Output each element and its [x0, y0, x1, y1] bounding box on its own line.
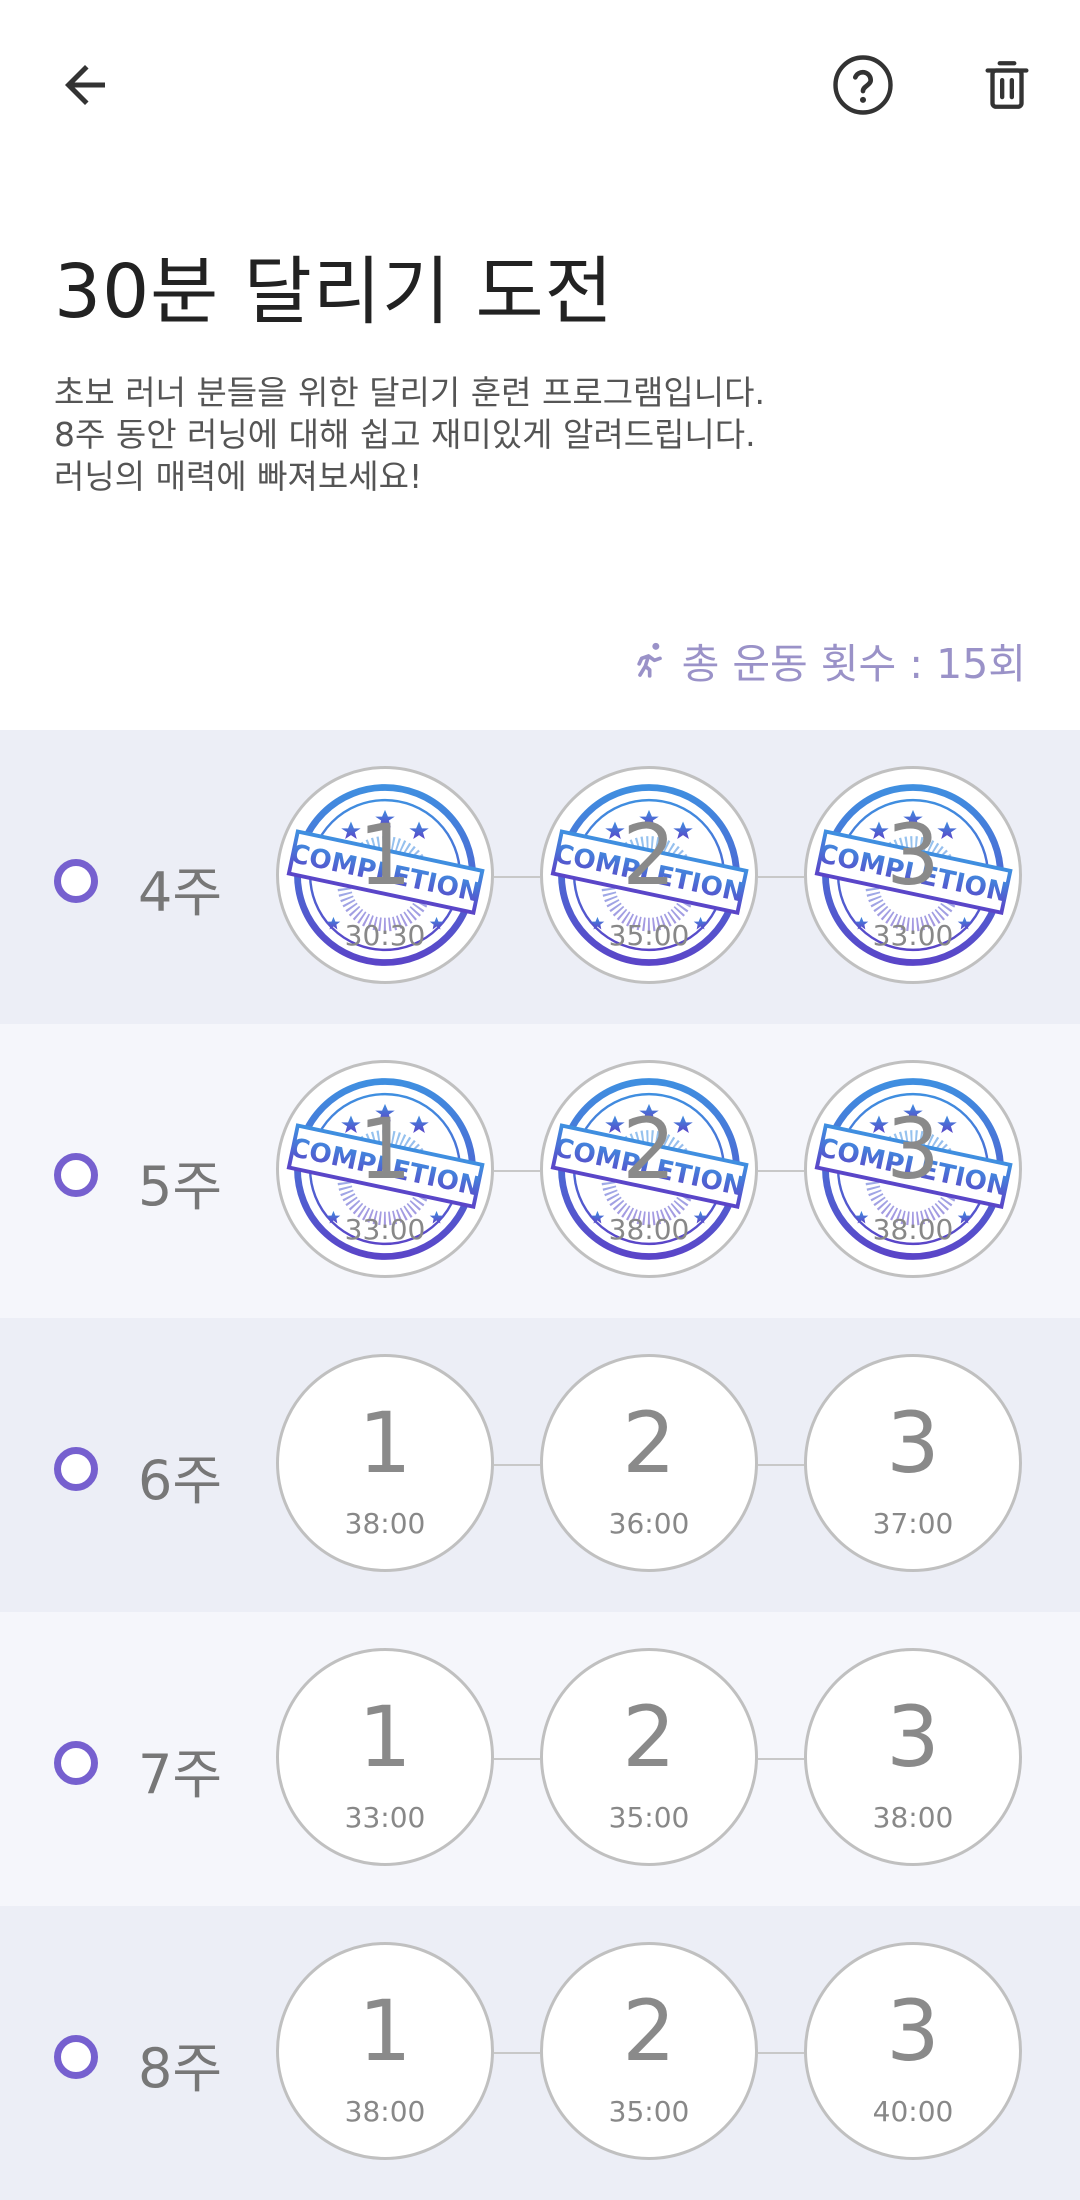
session-button[interactable]: 2 36:00	[540, 1354, 758, 1572]
session-time: 35:00	[608, 2095, 690, 2128]
session-button[interactable]: 1 33:00	[276, 1648, 494, 1866]
session-number: 3	[886, 1688, 940, 1786]
back-button[interactable]	[40, 40, 130, 130]
session-number: 1	[358, 1688, 412, 1786]
session-number: 3	[886, 1100, 940, 1198]
week-row: 8주 1 38:00 2 35:00 3 40:00	[0, 1906, 1080, 2200]
session-time: 36:00	[608, 1507, 690, 1540]
week-row: 4주 COMPLETION 1 30:30 COMPLETION 2 35:00…	[0, 730, 1080, 1024]
session-time: 38:00	[872, 1213, 954, 1246]
timeline-dot	[54, 1153, 98, 1197]
session-connector	[494, 2052, 540, 2054]
question-circle-icon	[833, 55, 893, 115]
session-time: 38:00	[344, 2095, 426, 2128]
session-connector	[758, 1170, 804, 1172]
session-button[interactable]: 3 38:00	[804, 1648, 1022, 1866]
session-number: 3	[886, 1982, 940, 2080]
session-connector	[494, 1464, 540, 1466]
session-number: 2	[622, 806, 676, 904]
session-button[interactable]: 2 35:00	[540, 1942, 758, 2160]
week-label: 7주	[138, 1743, 223, 1806]
arrow-left-icon	[65, 65, 105, 105]
help-button[interactable]	[818, 40, 908, 130]
page-title: 30분 달리기 도전	[54, 249, 614, 335]
session-number: 2	[622, 1100, 676, 1198]
program-description: 초보 러너 분들을 위한 달리기 훈련 프로그램입니다. 8주 동안 러닝에 대…	[54, 372, 954, 498]
description-line: 초보 러너 분들을 위한 달리기 훈련 프로그램입니다.	[54, 373, 765, 412]
session-number: 2	[622, 1394, 676, 1492]
session-number: 1	[358, 806, 412, 904]
session-time: 37:00	[872, 1507, 954, 1540]
session-time: 35:00	[608, 919, 690, 952]
session-number: 1	[358, 1982, 412, 2080]
timeline-dot	[54, 859, 98, 903]
week-row: 7주 1 33:00 2 35:00 3 38:00	[0, 1612, 1080, 1906]
session-number: 3	[886, 1394, 940, 1492]
session-connector	[758, 1758, 804, 1760]
timeline-dot	[54, 1447, 98, 1491]
session-connector	[758, 2052, 804, 2054]
session-connector	[494, 1758, 540, 1760]
week-label: 8주	[138, 2037, 223, 2100]
week-label: 6주	[138, 1449, 223, 1512]
session-button[interactable]: COMPLETION 1 30:30	[276, 766, 494, 984]
session-time: 30:30	[344, 919, 426, 952]
total-workouts: 총 운동 횟수 : 15회	[630, 630, 1026, 690]
delete-button[interactable]	[962, 40, 1052, 130]
session-connector	[758, 1464, 804, 1466]
session-time: 33:00	[872, 919, 954, 952]
total-workouts-label: 총 운동 횟수 : 15회	[681, 640, 1026, 688]
top-app-bar	[0, 0, 1080, 170]
running-icon	[636, 642, 662, 678]
session-button[interactable]: COMPLETION 3 38:00	[804, 1060, 1022, 1278]
session-number: 2	[622, 1688, 676, 1786]
session-button[interactable]: 1 38:00	[276, 1354, 494, 1572]
session-number: 1	[358, 1100, 412, 1198]
session-button[interactable]: 2 35:00	[540, 1648, 758, 1866]
session-number: 3	[886, 806, 940, 904]
session-time: 38:00	[344, 1507, 426, 1540]
session-button[interactable]: COMPLETION 1 33:00	[276, 1060, 494, 1278]
timeline-dot	[54, 1741, 98, 1785]
session-time: 38:00	[872, 1801, 954, 1834]
session-button[interactable]: 1 38:00	[276, 1942, 494, 2160]
session-time: 38:00	[608, 1213, 690, 1246]
session-time: 35:00	[608, 1801, 690, 1834]
session-time: 33:00	[344, 1213, 426, 1246]
session-button[interactable]: 3 40:00	[804, 1942, 1022, 2160]
session-button[interactable]: 3 37:00	[804, 1354, 1022, 1572]
week-list: 4주 COMPLETION 1 30:30 COMPLETION 2 35:00…	[0, 730, 1080, 2200]
week-row: 6주 1 38:00 2 36:00 3 37:00	[0, 1318, 1080, 1612]
description-line: 8주 동안 러닝에 대해 쉽고 재미있게 알려드립니다.	[54, 415, 756, 454]
week-row: 5주 COMPLETION 1 33:00 COMPLETION 2 38:00…	[0, 1024, 1080, 1318]
session-number: 2	[622, 1982, 676, 2080]
session-connector	[494, 1170, 540, 1172]
session-connector	[758, 876, 804, 878]
week-label: 4주	[138, 861, 223, 924]
timeline-dot	[54, 2035, 98, 2079]
session-connector	[494, 876, 540, 878]
session-time: 33:00	[344, 1801, 426, 1834]
session-button[interactable]: COMPLETION 2 35:00	[540, 766, 758, 984]
description-line: 러닝의 매력에 빠져보세요!	[54, 457, 423, 496]
trash-icon	[985, 61, 1029, 109]
session-number: 1	[358, 1394, 412, 1492]
session-button[interactable]: COMPLETION 3 33:00	[804, 766, 1022, 984]
session-button[interactable]: COMPLETION 2 38:00	[540, 1060, 758, 1278]
week-label: 5주	[138, 1155, 223, 1218]
session-time: 40:00	[872, 2095, 954, 2128]
